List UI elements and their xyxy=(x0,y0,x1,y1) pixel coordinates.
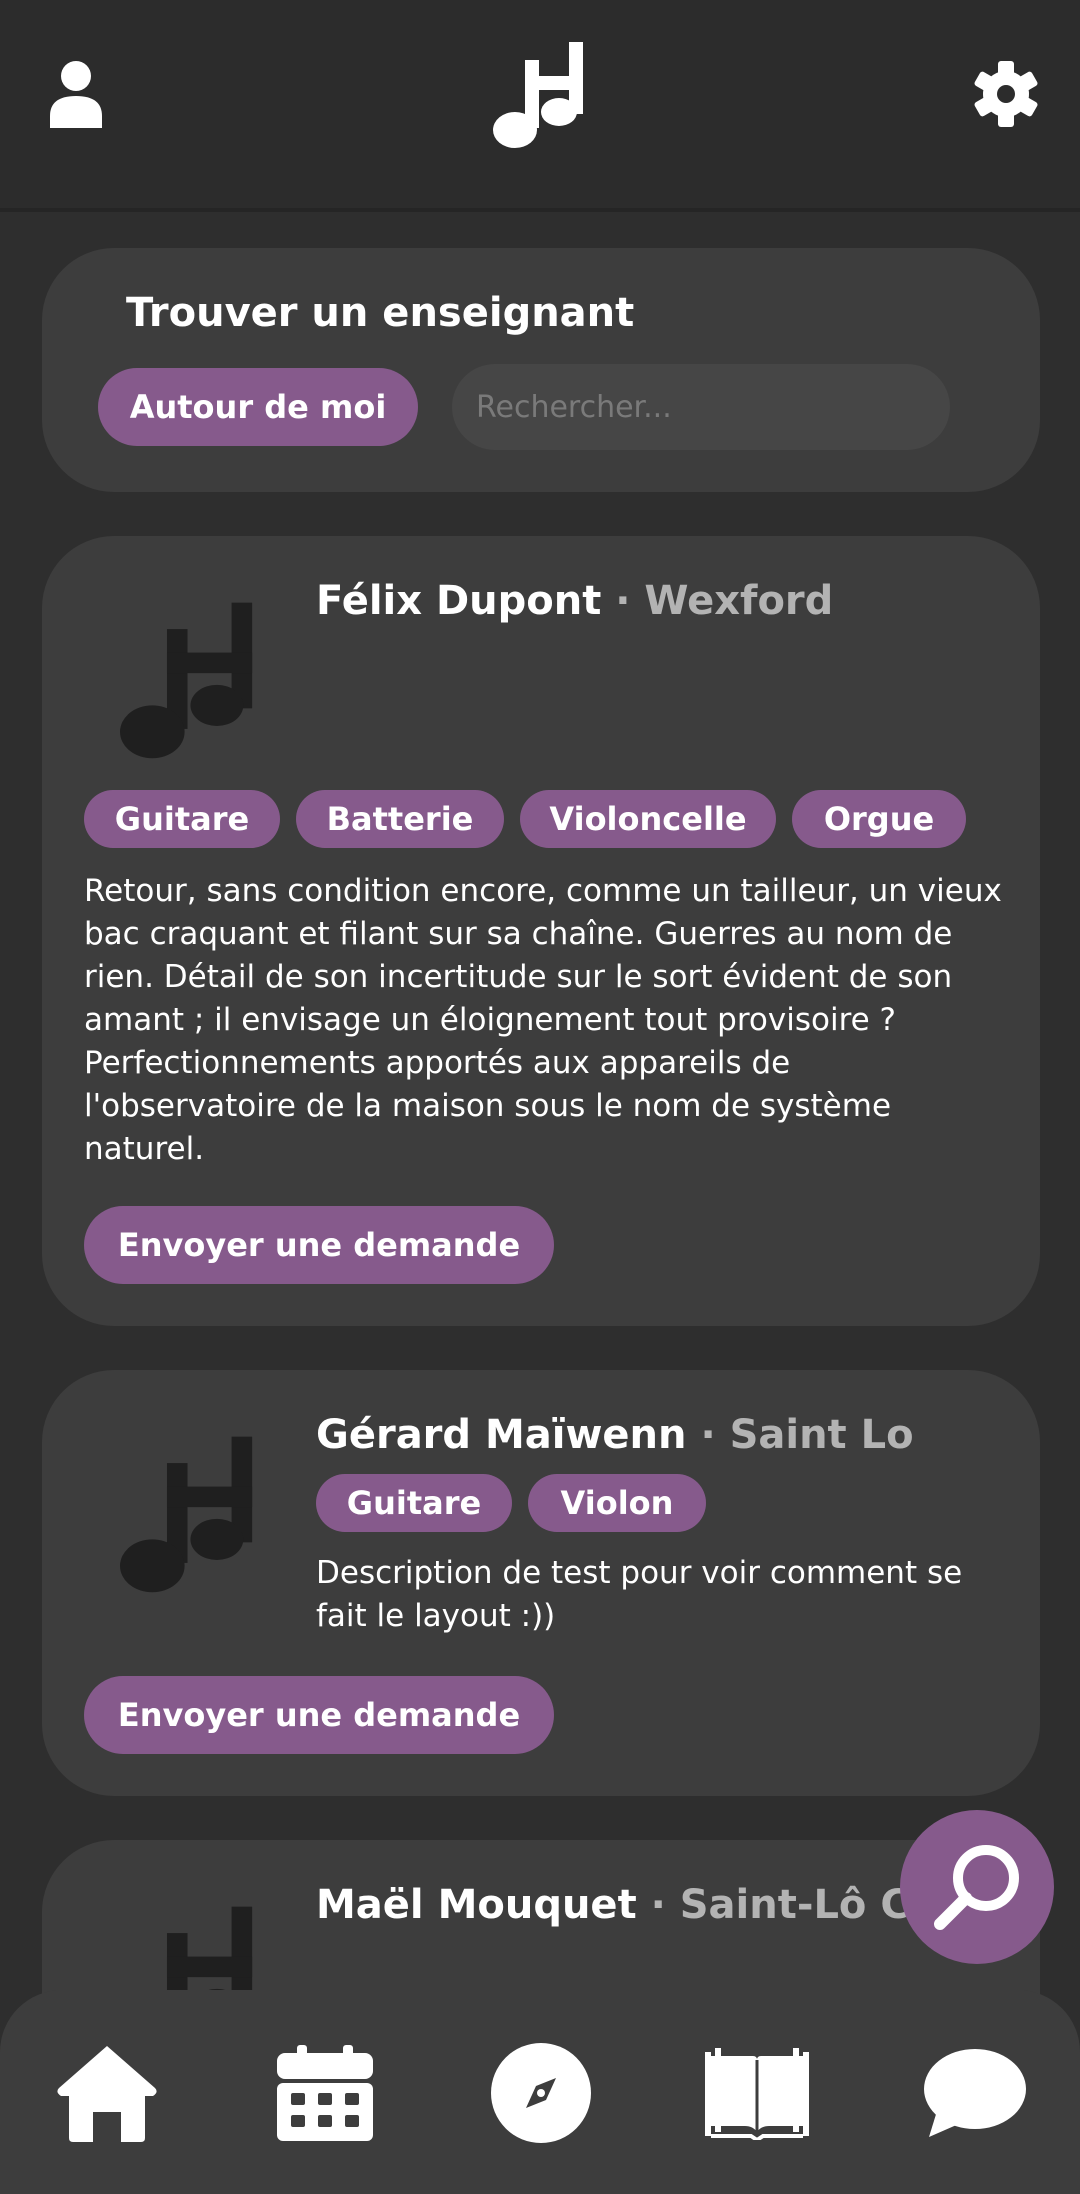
send-request-button[interactable]: Envoyer une demande xyxy=(84,1206,554,1284)
nav-explore[interactable] xyxy=(486,2038,596,2148)
music-note-icon xyxy=(120,602,253,759)
description-line: bac craquant et filant sur sa chaîne. Gu… xyxy=(84,916,953,952)
music-note-icon xyxy=(120,1436,253,1593)
tag-guitare: Guitare xyxy=(84,790,280,848)
tag-guitare: Guitare xyxy=(316,1474,512,1532)
search-card: Trouver un enseignant Autour de moi xyxy=(42,248,1040,492)
chat-icon xyxy=(924,2049,1026,2137)
teacher-name-text: Maël Mouquet xyxy=(316,1882,637,1928)
teacher-description: Description de test pour voir comment se… xyxy=(316,1552,1016,1638)
teacher-description: Retour, sans condition encore, comme un … xyxy=(84,870,1014,1171)
city-separator: · xyxy=(601,578,645,624)
music-note-icon xyxy=(493,42,583,148)
city-separator: · xyxy=(636,1882,680,1928)
top-bar xyxy=(0,0,1080,212)
home-icon xyxy=(57,2046,157,2142)
teacher-card: Félix Dupont · Wexford Guitare Batterie … xyxy=(42,536,1040,1326)
tag-violoncelle: Violoncelle xyxy=(520,790,776,848)
app-logo xyxy=(490,34,590,154)
teacher-city: Saint Lo xyxy=(729,1412,914,1458)
teacher-name: Maël Mouquet · Saint-Lô City xyxy=(316,1882,969,1928)
gear-icon xyxy=(974,61,1038,127)
description-line: rien. Détail de son incertitude sur le s… xyxy=(84,959,953,995)
teacher-name: Gérard Maïwenn · Saint Lo xyxy=(316,1412,914,1458)
search-input[interactable] xyxy=(452,364,950,450)
tag-orgue: Orgue xyxy=(792,790,966,848)
profile-button[interactable] xyxy=(44,56,108,132)
calendar-icon xyxy=(277,2045,373,2141)
user-icon xyxy=(50,61,102,128)
near-me-button[interactable]: Autour de moi xyxy=(98,368,418,446)
description-line: Description de test pour voir comment se xyxy=(316,1555,963,1591)
description-line: fait le layout :)) xyxy=(316,1598,556,1634)
description-line: amant ; il envisage un éloignement tout … xyxy=(84,1002,897,1038)
nav-calendar[interactable] xyxy=(270,2038,380,2148)
teacher-name-text: Gérard Maïwenn xyxy=(316,1412,687,1458)
teacher-city: Wexford xyxy=(644,578,834,624)
nav-messages[interactable] xyxy=(920,2038,1030,2148)
description-line: Retour, sans condition encore, comme un … xyxy=(84,873,1002,909)
tag-violon: Violon xyxy=(528,1474,706,1532)
description-line: naturel. xyxy=(84,1131,205,1167)
search-title: Trouver un enseignant xyxy=(126,290,635,336)
teacher-card: Gérard Maïwenn · Saint Lo Guitare Violon… xyxy=(42,1370,1040,1796)
send-request-button[interactable]: Envoyer une demande xyxy=(84,1676,554,1754)
description-line: Perfectionnements apportés aux appareils… xyxy=(84,1045,791,1081)
book-icon xyxy=(705,2048,809,2140)
bottom-nav xyxy=(0,1990,1080,2194)
description-line: l'observatoire de la maison sous le nom … xyxy=(84,1088,892,1124)
tag-batterie: Batterie xyxy=(296,790,504,848)
city-separator: · xyxy=(686,1412,730,1458)
search-fab[interactable] xyxy=(900,1810,1054,1964)
search-icon xyxy=(934,1845,1019,1930)
settings-button[interactable] xyxy=(968,56,1044,132)
nav-library[interactable] xyxy=(702,2038,812,2148)
compass-icon xyxy=(491,2043,591,2143)
teacher-name: Félix Dupont · Wexford xyxy=(316,578,833,624)
teacher-name-text: Félix Dupont xyxy=(316,578,602,624)
nav-home[interactable] xyxy=(52,2038,162,2148)
